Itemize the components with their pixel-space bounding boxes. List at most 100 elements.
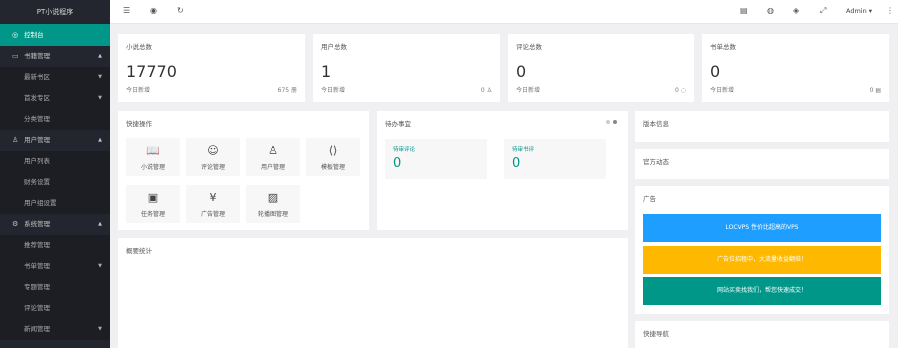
sidebar-item-label: 书单管理 [24, 262, 50, 270]
tag-icon[interactable]: ◈ [793, 6, 799, 15]
stat-foot: 今日新增 [321, 87, 346, 94]
panel-title: 概要统计 [126, 247, 152, 255]
sidebar-item-recommend[interactable]: 推荐管理 [0, 235, 110, 256]
stat-today: 0 ◌ [675, 87, 686, 94]
stat-today: 0 ♙ [480, 87, 492, 94]
chevron-down-icon: ▼ [98, 74, 102, 80]
ad-banner-locvps[interactable]: LOCVPS 性价比超高的VPS [643, 214, 881, 242]
carousel-dot[interactable] [606, 120, 610, 124]
chevron-down-icon: ▼ [98, 263, 102, 269]
user-name: Admin [846, 7, 867, 15]
ad-banner-rent[interactable]: 广告位招租中，大流量收益翻倍！ [643, 246, 881, 274]
todo-panel: 待办事宜 待审评论 0 待审书评 0 [377, 111, 628, 230]
ad-banner-trade[interactable]: 网站买卖找我们，帮您快速成交！ [643, 277, 881, 305]
official-news-panel: 官方动态 [635, 149, 889, 179]
quick-ad-manage[interactable]: ¥ 广告管理 [186, 185, 240, 223]
more-icon[interactable]: ⋮ [886, 6, 894, 15]
top-bar: ☰ ◉ ↻ ▤ ◍ ◈ ⤢ Admin ▾ ⋮ [110, 0, 898, 24]
todo-value: 0 [512, 156, 521, 171]
stat-value: 0 [710, 62, 721, 81]
todo-label: 待审书评 [512, 147, 535, 153]
sidebar-item-users[interactable]: ♙ 用户管理 ▲ [0, 130, 110, 151]
chevron-up-icon: ▲ [98, 221, 102, 227]
quick-label: 模板管理 [320, 164, 345, 171]
book-icon: ▭ [12, 52, 19, 60]
stat-card-users: 用户总数 1 今日新增 0 ♙ [313, 34, 500, 102]
stat-today: 675 册 [277, 87, 297, 94]
dashboard-icon: ◎ [12, 31, 19, 39]
template-icon: ⟨⟩ [328, 144, 338, 157]
yen-icon: ¥ [209, 191, 217, 204]
quick-user-manage[interactable]: ♙ 用户管理 [246, 138, 300, 176]
stat-title: 小说总数 [126, 43, 152, 51]
refresh-icon[interactable]: ↻ [177, 6, 184, 15]
sidebar-item-label: 系统管理 [24, 220, 51, 228]
fullscreen-icon[interactable]: ⤢ [820, 6, 826, 16]
user-menu[interactable]: Admin ▾ [846, 7, 872, 15]
quick-task-manage[interactable]: ▣ 任务管理 [126, 185, 180, 223]
quick-label: 轮播图管理 [257, 211, 288, 218]
sidebar-item-categories[interactable]: 分类管理 [0, 109, 110, 130]
overview-panel: 概要统计 [118, 238, 628, 348]
sidebar-item-first-release[interactable]: 首发专区 ▼ [0, 88, 110, 109]
todo-pending-reviews[interactable]: 待审书评 0 [504, 139, 606, 179]
submenu-users: 用户列表 财务设置 用户组设置 [0, 151, 110, 214]
submenu-system: 推荐管理 书单管理 ▼ 专题管理 评论管理 新闻管理 ▼ [0, 235, 110, 340]
sidebar-item-label: 财务设置 [24, 178, 50, 186]
sidebar-item-topics[interactable]: 专题管理 [0, 277, 110, 298]
sidebar-item-label: 专题管理 [24, 283, 50, 291]
stat-foot: 今日新增 [126, 87, 151, 94]
panel-title: 快捷导航 [643, 330, 669, 338]
sidebar-item-label: 新闻管理 [24, 325, 50, 333]
chevron-down-icon: ▼ [98, 326, 102, 332]
comment-icon: ☺ [207, 144, 219, 157]
todo-value: 0 [393, 156, 402, 171]
menu-toggle-icon[interactable]: ☰ [123, 6, 130, 15]
stat-value: 0 [516, 62, 527, 81]
image-icon: ▨ [267, 191, 279, 204]
sidebar-item-label: 首发专区 [24, 94, 50, 102]
book-icon: 📖 [146, 144, 160, 157]
sidebar-item-label: 用户组设置 [24, 199, 57, 207]
theme-icon[interactable]: ◍ [767, 6, 774, 15]
clear-cache-icon[interactable]: ▤ [740, 6, 748, 15]
quick-nav-panel: 快捷导航 [635, 321, 889, 348]
submenu-books: 最新书区 ▼ 首发专区 ▼ 分类管理 [0, 67, 110, 130]
settings-icon: ⚙ [12, 220, 19, 228]
panel-title: 快捷操作 [126, 120, 152, 128]
sidebar-item-label: 书籍管理 [24, 52, 51, 60]
sidebar-item-label: 用户管理 [24, 136, 51, 144]
panel-title: 广告 [643, 195, 656, 203]
quick-carousel-manage[interactable]: ▨ 轮播图管理 [246, 185, 300, 223]
app-logo: PT小说程序 [0, 0, 110, 24]
sidebar-item-booklists[interactable]: 书单管理 ▼ [0, 256, 110, 277]
sidebar-item-latest[interactable]: 最新书区 ▼ [0, 67, 110, 88]
sidebar-item-comments[interactable]: 评论管理 [0, 298, 110, 319]
quick-label: 评论管理 [200, 164, 225, 171]
user-icon: ♙ [268, 144, 278, 157]
sidebar-item-news[interactable]: 新闻管理 ▼ [0, 319, 110, 340]
todo-pending-comments[interactable]: 待审评论 0 [385, 139, 487, 179]
stat-card-booklists: 书单总数 0 今日新增 0 ▤ [702, 34, 889, 102]
quick-label: 用户管理 [260, 164, 285, 171]
stat-card-comments: 评论总数 0 今日新增 0 ◌ [508, 34, 694, 102]
stat-foot: 今日新增 [516, 87, 541, 94]
carousel-dot-active[interactable] [613, 120, 617, 124]
sidebar-item-system[interactable]: ⚙ 系统管理 ▲ [0, 214, 110, 235]
sidebar-item-user-list[interactable]: 用户列表 [0, 151, 110, 172]
sidebar-item-dashboard[interactable]: ◎ 控制台 [0, 24, 110, 46]
panel-title: 版本信息 [643, 120, 669, 128]
sidebar-item-label: 用户列表 [24, 157, 50, 165]
sidebar-item-finance[interactable]: 财务设置 [0, 172, 110, 193]
sidebar-item-books[interactable]: ▭ 书籍管理 ▲ [0, 46, 110, 67]
chevron-up-icon: ▲ [98, 53, 102, 59]
home-icon[interactable]: ◉ [150, 6, 157, 15]
quick-template-manage[interactable]: ⟨⟩ 模板管理 [306, 138, 360, 176]
version-panel: 版本信息 [635, 111, 889, 142]
quick-novel-manage[interactable]: 📖 小说管理 [126, 138, 180, 176]
stat-card-novels: 小说总数 17770 今日新增 675 册 [118, 34, 305, 102]
stat-title: 用户总数 [321, 43, 347, 51]
quick-comment-manage[interactable]: ☺ 评论管理 [186, 138, 240, 176]
stat-value: 17770 [126, 62, 177, 81]
sidebar-item-user-groups[interactable]: 用户组设置 [0, 193, 110, 214]
